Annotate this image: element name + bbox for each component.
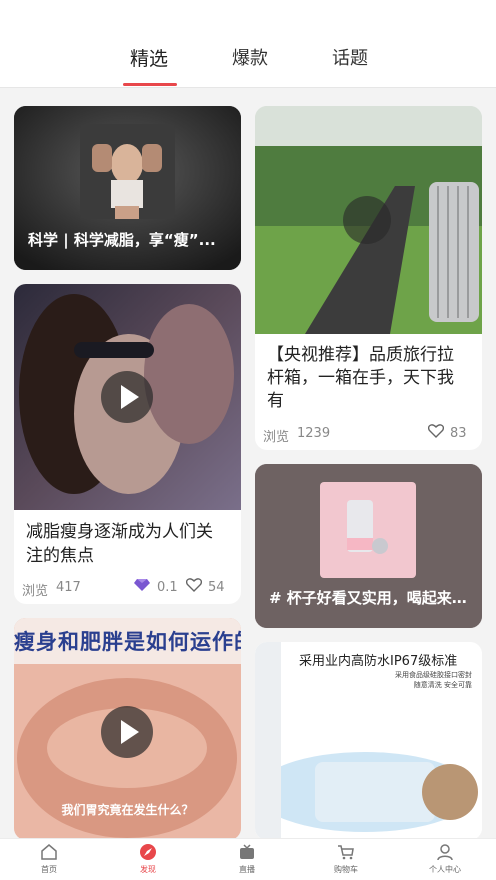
live-icon [240,844,254,859]
profile-icon [437,844,453,861]
tab-hot[interactable]: 爆款 [232,44,268,70]
nav-label: 首页 [41,865,57,874]
discover-icon [140,844,156,860]
card-title: 【央视推荐】品质旅行拉杆箱，一箱在手，天下我有 [267,345,454,411]
card-waterproof-product[interactable]: 采用业内高防水IP67级标准 采用食品级硅胶接口密封 随意清洗 安全可靠 [255,642,482,840]
product-headline: 采用业内高防水IP67级标准 [299,654,458,669]
nav-label: 个人中心 [429,865,461,874]
product-subtext-1: 采用食品级硅胶接口密封 [395,671,472,679]
tab-active-indicator [123,83,177,86]
play-button[interactable] [101,371,153,423]
card-title: 科学 | 科学减脂，享“瘦”... [28,231,216,249]
likes-count: 83 [450,426,467,441]
heart-icon[interactable] [428,424,444,438]
video-headline: 瘦身和肥胖是如何运作的消化的 [14,630,241,654]
nav-label: 直播 [239,865,255,874]
likes-count: 54 [208,580,225,595]
card-luggage[interactable]: 【央视推荐】品质旅行拉杆箱，一箱在手，天下我有 浏览 1239 83 [255,106,482,450]
card-title: # 杯子好看又实用，喝起来... [269,589,469,607]
nav-discover[interactable]: 发现 [113,843,183,875]
product-subtext-2: 随意清洗 安全可靠 [413,681,472,689]
nav-home[interactable]: 首页 [14,843,84,875]
tab-topic[interactable]: 话题 [332,44,368,70]
views-count: 417 [56,580,81,595]
views-label: 浏览 [263,430,290,445]
nav-label: 发现 [140,865,156,874]
nav-live[interactable]: 直播 [212,843,282,875]
video-caption: 我们胃究竟在发生什么？ [61,803,194,817]
cart-icon [338,845,354,860]
nav-label: 购物车 [334,865,358,874]
diamond-count: 0.1 [157,580,178,595]
tab-selected[interactable]: 精选 [130,44,168,71]
heart-icon[interactable] [186,578,202,592]
card-fat-loss-trend[interactable]: 减脂瘦身逐渐成为人们关注的焦点 浏览 417 0.1 54 [14,284,241,604]
bottom-navigation: 首页 发现 直播 购物车 个人中心 [0,838,496,880]
views-count: 1239 [297,426,331,441]
top-tab-bar: 精选 爆款 话题 [0,0,496,88]
nav-cart[interactable]: 购物车 [311,843,381,875]
card-digestion-video[interactable]: 瘦身和肥胖是如何运作的消化的 我们胃究竟在发生什么？ [14,618,241,840]
product-thumbnail [255,106,482,334]
home-icon [41,844,57,860]
nav-profile[interactable]: 个人中心 [410,843,480,875]
card-science-fat-loss[interactable]: 科学 | 科学减脂，享“瘦”... [14,106,241,270]
views-label: 浏览 [22,584,49,599]
app-root: 精选 爆款 话题 科学 | 科学减脂，享“瘦”... 减脂瘦身逐渐成为人们关注的… [0,0,496,880]
card-cup[interactable]: # 杯子好看又实用，喝起来... [255,464,482,628]
diamond-icon [134,579,150,591]
card-title: 减脂瘦身逐渐成为人们关注的焦点 [26,522,213,566]
play-button[interactable] [101,706,153,758]
